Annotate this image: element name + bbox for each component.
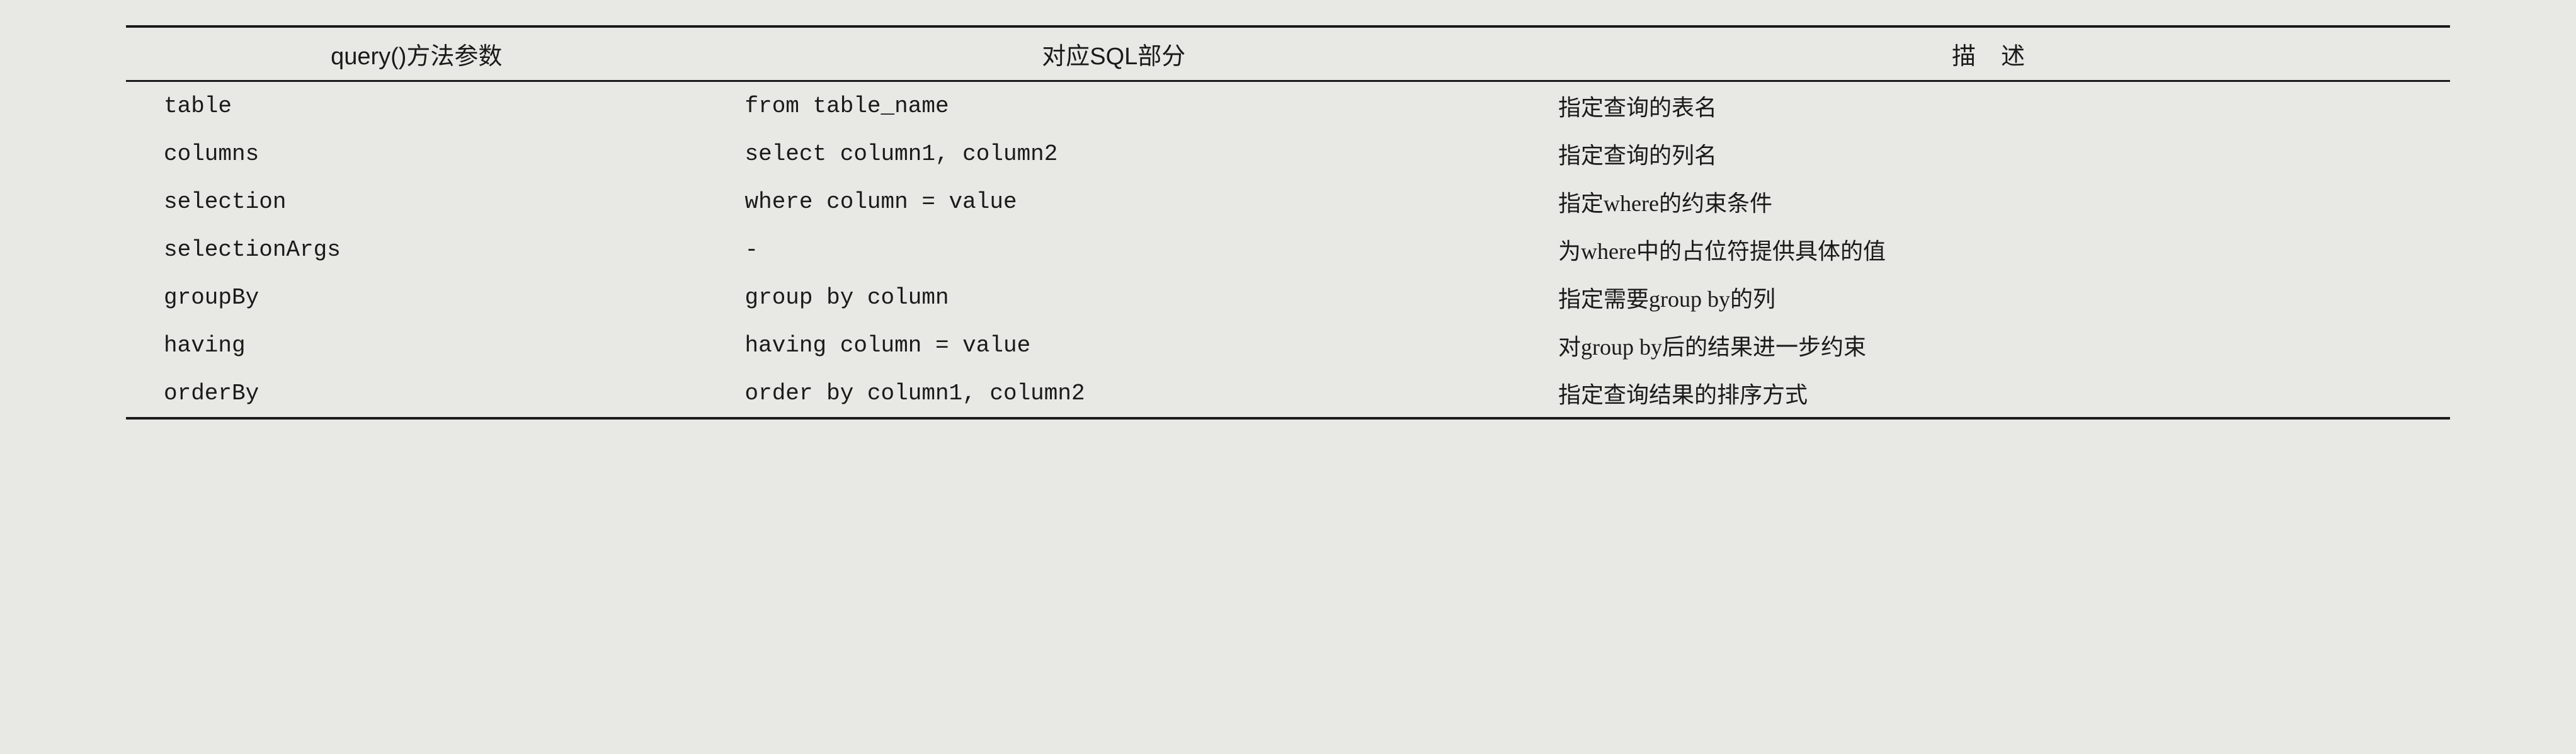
table-row: columns select column1, column2 指定查询的列名 (126, 130, 2450, 178)
table-row: having having column = value 对group by后的… (126, 321, 2450, 369)
cell-desc: 指定where的约束条件 (1520, 178, 2450, 226)
table-row: orderBy order by column1, column2 指定查询结果… (126, 369, 2450, 418)
cell-desc: 指定查询的列名 (1520, 130, 2450, 178)
table-row: table from table_name 指定查询的表名 (126, 81, 2450, 130)
cell-sql: - (707, 226, 1521, 273)
cell-sql: where column = value (707, 178, 1521, 226)
cell-sql: group by column (707, 273, 1521, 321)
cell-param: orderBy (126, 369, 707, 418)
cell-desc: 指定查询结果的排序方式 (1520, 369, 2450, 418)
query-params-table-container: query()方法参数 对应SQL部分 描述 table from table_… (126, 25, 2450, 420)
header-param: query()方法参数 (126, 26, 707, 81)
table-row: groupBy group by column 指定需要group by的列 (126, 273, 2450, 321)
cell-param: having (126, 321, 707, 369)
cell-desc: 指定查询的表名 (1520, 81, 2450, 130)
cell-param: selectionArgs (126, 226, 707, 273)
cell-sql: from table_name (707, 81, 1521, 130)
cell-sql: having column = value (707, 321, 1521, 369)
table-body: table from table_name 指定查询的表名 columns se… (126, 81, 2450, 419)
cell-desc: 为where中的占位符提供具体的值 (1520, 226, 2450, 273)
table-header-row: query()方法参数 对应SQL部分 描述 (126, 26, 2450, 81)
cell-param: table (126, 81, 707, 130)
table-row: selectionArgs - 为where中的占位符提供具体的值 (126, 226, 2450, 273)
cell-sql: order by column1, column2 (707, 369, 1521, 418)
cell-desc: 对group by后的结果进一步约束 (1520, 321, 2450, 369)
header-sql: 对应SQL部分 (707, 26, 1521, 81)
query-params-table: query()方法参数 对应SQL部分 描述 table from table_… (126, 25, 2450, 420)
cell-param: groupBy (126, 273, 707, 321)
cell-param: columns (126, 130, 707, 178)
table-row: selection where column = value 指定where的约… (126, 178, 2450, 226)
cell-desc: 指定需要group by的列 (1520, 273, 2450, 321)
cell-sql: select column1, column2 (707, 130, 1521, 178)
header-desc: 描述 (1520, 26, 2450, 81)
cell-param: selection (126, 178, 707, 226)
